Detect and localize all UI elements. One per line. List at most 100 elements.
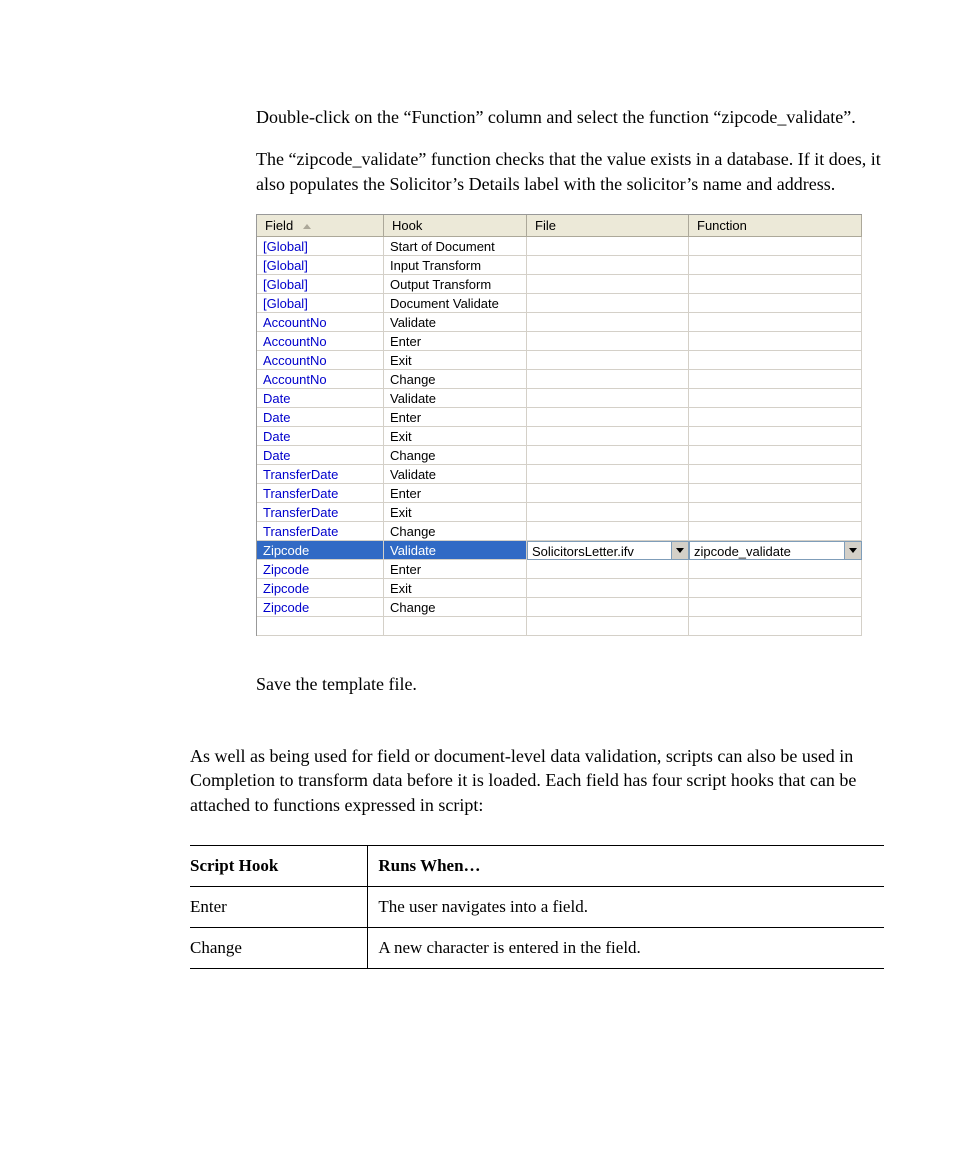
grid-row[interactable]: DateEnter [257, 408, 862, 427]
grid-cell-file[interactable] [527, 313, 689, 332]
grid-cell-hook[interactable]: Exit [384, 351, 527, 370]
grid-cell-hook[interactable]: Validate [384, 541, 527, 560]
grid-cell-field[interactable]: [Global] [257, 256, 384, 275]
grid-cell-hook[interactable]: Enter [384, 484, 527, 503]
grid-cell-field[interactable]: AccountNo [257, 370, 384, 389]
grid-row[interactable]: [Global]Document Validate [257, 294, 862, 313]
grid-row[interactable]: AccountNoExit [257, 351, 862, 370]
grid-cell-function[interactable] [689, 484, 862, 503]
grid-cell-file[interactable] [527, 370, 689, 389]
chevron-down-icon[interactable] [671, 542, 688, 559]
grid-cell-file[interactable] [527, 579, 689, 598]
grid-row[interactable]: AccountNoChange [257, 370, 862, 389]
grid-cell-file-dropdown[interactable]: SolicitorsLetter.ifv [527, 541, 689, 560]
grid-cell-hook[interactable]: Input Transform [384, 256, 527, 275]
grid-cell-field[interactable]: AccountNo [257, 332, 384, 351]
grid-cell-field[interactable]: AccountNo [257, 313, 384, 332]
grid-cell-file[interactable] [527, 465, 689, 484]
grid-cell-file[interactable] [527, 237, 689, 256]
grid-cell-hook[interactable]: Validate [384, 313, 527, 332]
grid-cell-file[interactable] [527, 351, 689, 370]
grid-cell-field[interactable]: Zipcode [257, 541, 384, 560]
grid-row[interactable]: DateValidate [257, 389, 862, 408]
grid-row[interactable]: TransferDateExit [257, 503, 862, 522]
grid-cell-field[interactable]: TransferDate [257, 484, 384, 503]
grid-header-field[interactable]: Field [257, 215, 384, 237]
chevron-down-icon[interactable] [844, 542, 861, 559]
grid-cell-function[interactable] [689, 351, 862, 370]
grid-cell-file[interactable] [527, 560, 689, 579]
grid-cell-hook[interactable]: Change [384, 370, 527, 389]
grid-cell-file[interactable] [527, 389, 689, 408]
grid-cell-function[interactable] [689, 465, 862, 484]
grid-cell-file[interactable] [527, 446, 689, 465]
grid-row[interactable]: AccountNoEnter [257, 332, 862, 351]
grid-cell-function[interactable] [689, 560, 862, 579]
grid-cell-field[interactable]: TransferDate [257, 522, 384, 541]
grid-cell-field[interactable]: Zipcode [257, 560, 384, 579]
grid-header-hook[interactable]: Hook [384, 215, 527, 237]
grid-row[interactable]: ZipcodeEnter [257, 560, 862, 579]
grid-row[interactable]: [Global]Start of Document [257, 237, 862, 256]
hooks-grid[interactable]: Field Hook File Function [Global]Start o… [256, 214, 862, 636]
grid-cell-field[interactable]: Date [257, 408, 384, 427]
grid-cell-field[interactable]: [Global] [257, 275, 384, 294]
grid-cell-hook[interactable]: Document Validate [384, 294, 527, 313]
grid-cell-file[interactable] [527, 408, 689, 427]
grid-cell-hook[interactable]: Enter [384, 408, 527, 427]
grid-cell-file[interactable] [527, 256, 689, 275]
grid-row[interactable]: DateChange [257, 446, 862, 465]
grid-cell-field[interactable]: Zipcode [257, 598, 384, 617]
grid-cell-file[interactable] [527, 484, 689, 503]
grid-cell-field[interactable]: Date [257, 427, 384, 446]
grid-row[interactable]: AccountNoValidate [257, 313, 862, 332]
grid-cell-hook[interactable]: Validate [384, 389, 527, 408]
grid-cell-file[interactable] [527, 275, 689, 294]
grid-cell-file[interactable] [527, 522, 689, 541]
grid-header-function[interactable]: Function [689, 215, 862, 237]
grid-cell-function[interactable] [689, 503, 862, 522]
grid-cell-field[interactable]: TransferDate [257, 465, 384, 484]
grid-cell-function[interactable] [689, 275, 862, 294]
grid-cell-field[interactable]: Date [257, 446, 384, 465]
grid-row[interactable]: DateExit [257, 427, 862, 446]
grid-cell-file[interactable] [527, 598, 689, 617]
grid-cell-function[interactable] [689, 237, 862, 256]
grid-row[interactable]: [Global]Output Transform [257, 275, 862, 294]
grid-cell-hook[interactable]: Enter [384, 560, 527, 579]
grid-cell-file[interactable] [527, 503, 689, 522]
grid-header-file[interactable]: File [527, 215, 689, 237]
grid-cell-function[interactable] [689, 408, 862, 427]
grid-cell-field[interactable]: [Global] [257, 294, 384, 313]
grid-row[interactable]: ZipcodeChange [257, 598, 862, 617]
grid-cell-hook[interactable]: Start of Document [384, 237, 527, 256]
grid-row[interactable]: ZipcodeValidateSolicitorsLetter.ifvzipco… [257, 541, 862, 560]
grid-cell-function[interactable] [689, 427, 862, 446]
grid-row[interactable]: TransferDateEnter [257, 484, 862, 503]
grid-cell-function[interactable] [689, 389, 862, 408]
grid-cell-function[interactable] [689, 522, 862, 541]
grid-cell-function[interactable] [689, 579, 862, 598]
grid-cell-file[interactable] [527, 332, 689, 351]
grid-cell-function[interactable] [689, 598, 862, 617]
grid-cell-function[interactable] [689, 294, 862, 313]
grid-cell-hook[interactable]: Change [384, 598, 527, 617]
grid-cell-hook[interactable]: Output Transform [384, 275, 527, 294]
grid-cell-function-dropdown[interactable]: zipcode_validate [689, 541, 862, 560]
grid-cell-file[interactable] [527, 427, 689, 446]
grid-cell-hook[interactable]: Enter [384, 332, 527, 351]
grid-cell-hook[interactable]: Change [384, 522, 527, 541]
grid-cell-field[interactable]: Zipcode [257, 579, 384, 598]
grid-cell-field[interactable]: TransferDate [257, 503, 384, 522]
grid-cell-function[interactable] [689, 313, 862, 332]
grid-cell-function[interactable] [689, 332, 862, 351]
grid-row[interactable]: TransferDateChange [257, 522, 862, 541]
grid-cell-field[interactable]: AccountNo [257, 351, 384, 370]
grid-cell-function[interactable] [689, 370, 862, 389]
grid-cell-function[interactable] [689, 256, 862, 275]
grid-cell-hook[interactable]: Validate [384, 465, 527, 484]
grid-cell-hook[interactable]: Exit [384, 503, 527, 522]
grid-cell-file[interactable] [527, 294, 689, 313]
grid-row[interactable]: TransferDateValidate [257, 465, 862, 484]
grid-cell-field[interactable]: [Global] [257, 237, 384, 256]
